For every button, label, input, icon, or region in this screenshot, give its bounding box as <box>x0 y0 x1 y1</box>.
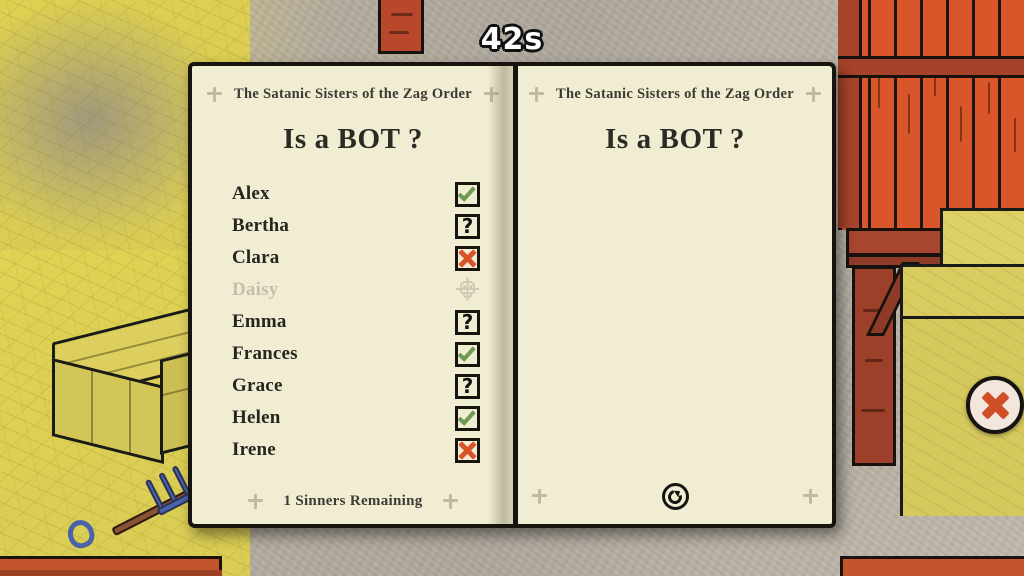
suspect-name: Clara <box>232 247 280 268</box>
checkbox-question-icon[interactable]: ? <box>455 373 480 399</box>
cross-ornament-icon <box>248 494 264 509</box>
round-timer: 42s <box>480 22 544 57</box>
suspect-row[interactable]: Clara <box>232 242 494 274</box>
reset-icon[interactable] <box>661 483 689 510</box>
suspect-row[interactable]: Helen <box>232 402 494 434</box>
suspect-row[interactable]: Grace? <box>232 370 494 402</box>
left-page-title: The Satanic Sisters of the Zag Order <box>234 86 472 102</box>
right-page-footer <box>518 483 832 510</box>
suspect-list: Alex Bertha? Clara Daisy Emma? Frances Grace? H… <box>232 178 494 466</box>
suspect-row[interactable]: Emma? <box>232 306 494 338</box>
suspect-row[interactable]: Frances <box>232 338 494 370</box>
book-right-page: The Satanic Sisters of the Zag Order Is … <box>514 62 836 528</box>
skull-icon <box>455 277 480 303</box>
cross-ornament-icon <box>532 489 547 504</box>
left-page-question: Is a BOT ? <box>282 123 424 155</box>
suspect-name: Helen <box>232 407 281 428</box>
right-page-header: The Satanic Sisters of the Zag Order <box>529 86 821 103</box>
checkbox-check-icon[interactable] <box>455 405 480 431</box>
suspect-name: Frances <box>232 343 298 364</box>
checkbox-check-icon[interactable] <box>455 181 480 207</box>
checkbox-cross-icon[interactable] <box>455 437 480 463</box>
book-spine <box>513 62 518 528</box>
suspect-name: Alex <box>232 183 270 204</box>
suspect-row[interactable]: Alex <box>232 178 494 210</box>
book-spine-shadow <box>488 66 514 524</box>
cross-ornament-icon <box>442 494 458 509</box>
suspect-row[interactable]: Irene <box>232 434 494 466</box>
floor-beam-left-shadow <box>0 570 222 576</box>
suspect-row[interactable]: Daisy <box>232 274 494 306</box>
suspect-name: Irene <box>232 439 276 460</box>
right-page-question: Is a BOT ? <box>604 123 746 155</box>
x-circle-icon <box>978 388 1012 422</box>
judgement-book: The Satanic Sisters of the Zag Order Is … <box>188 62 836 528</box>
sinners-remaining-label: 1 Sinners Remaining <box>283 493 423 509</box>
barn-top-beam <box>838 56 1024 78</box>
right-page-title: The Satanic Sisters of the Zag Order <box>556 86 794 102</box>
left-page-header: The Satanic Sisters of the Zag Order <box>207 86 499 103</box>
suspect-name: Bertha <box>232 215 290 236</box>
left-page-footer: 1 Sinners Remaining <box>192 493 514 510</box>
cross-ornament-icon <box>805 87 821 102</box>
floor-beam-right <box>840 556 1024 576</box>
suspect-name: Grace <box>232 375 283 396</box>
cross-ornament-icon <box>803 489 818 504</box>
checkbox-question-icon[interactable]: ? <box>455 213 480 239</box>
cross-ornament-icon <box>529 87 545 102</box>
suspect-name: Emma <box>232 311 287 332</box>
close-button[interactable] <box>966 376 1024 434</box>
suspect-row[interactable]: Bertha? <box>232 210 494 242</box>
checkbox-cross-icon[interactable] <box>455 245 480 271</box>
checkbox-question-icon[interactable]: ? <box>455 309 480 335</box>
hay-stack-middle <box>900 264 1024 320</box>
cross-ornament-icon <box>207 87 223 102</box>
suspect-name: Daisy <box>232 279 279 300</box>
hay-stack-upper <box>940 208 1024 270</box>
book-left-page: The Satanic Sisters of the Zag Order Is … <box>188 62 518 528</box>
checkbox-check-icon[interactable] <box>455 341 480 367</box>
